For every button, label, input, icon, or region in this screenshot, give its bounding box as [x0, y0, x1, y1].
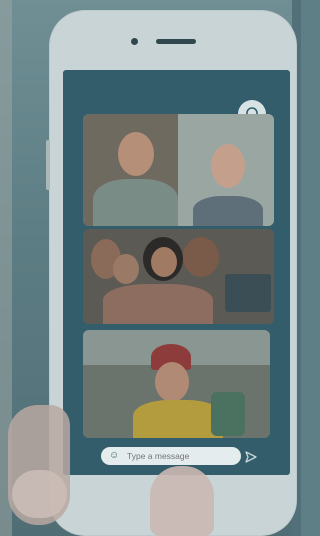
participant-face [155, 362, 189, 402]
video-tile[interactable] [83, 229, 274, 324]
phone-side-button [46, 140, 50, 190]
video-tile[interactable] [83, 330, 270, 438]
holding-finger [12, 470, 67, 518]
participant-face [151, 247, 177, 277]
participant-face [183, 237, 219, 277]
video-tile[interactable] [83, 114, 274, 226]
earpiece-speaker [156, 39, 196, 44]
participant-jacket [133, 400, 223, 438]
message-composer[interactable]: ☺ [101, 447, 241, 465]
participant-body [193, 196, 263, 226]
front-camera-icon [131, 38, 138, 45]
participant-face [118, 132, 154, 176]
emoji-icon[interactable]: ☺ [109, 451, 119, 461]
backpack [211, 392, 245, 436]
laptop [225, 274, 271, 312]
send-icon[interactable] [244, 450, 258, 464]
participant-body [93, 179, 178, 226]
holding-thumb [150, 466, 214, 536]
participant-face [113, 254, 139, 284]
message-input[interactable] [125, 450, 239, 462]
participant-face [211, 144, 245, 188]
participant-body [103, 284, 213, 324]
